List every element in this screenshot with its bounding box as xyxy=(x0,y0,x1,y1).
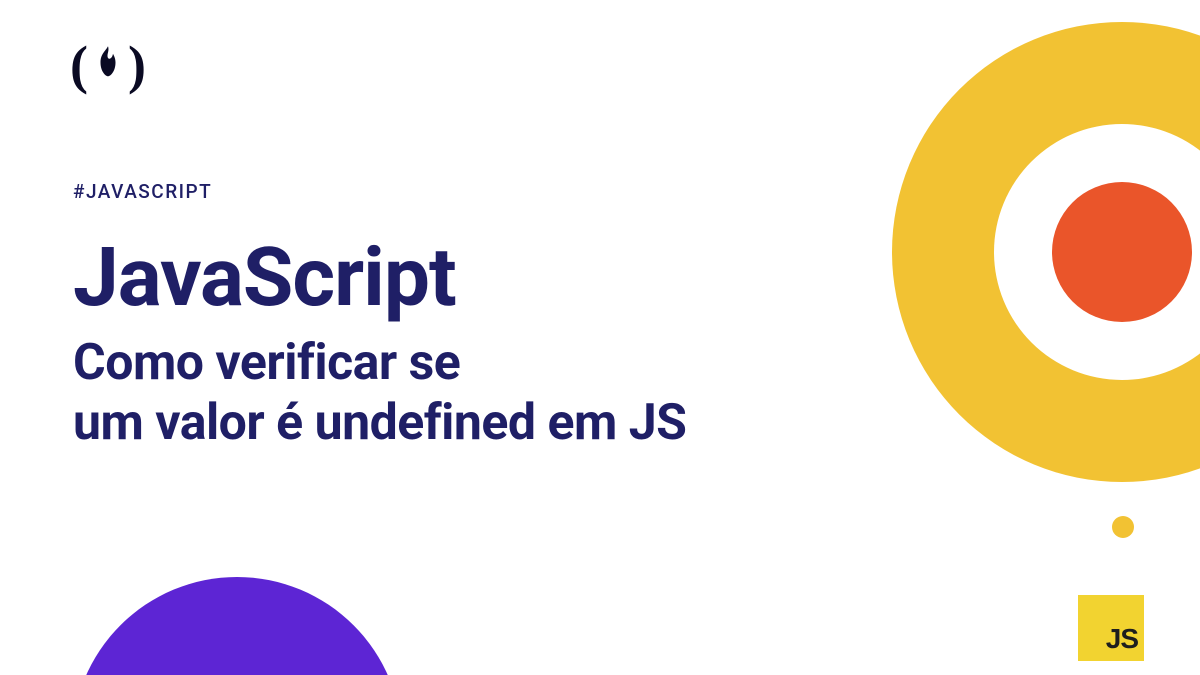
category-tag: #JAVASCRIPT xyxy=(73,180,686,203)
js-badge-text: JS xyxy=(1106,623,1138,655)
subtitle-line2: um valor é undefined em JS xyxy=(73,394,686,452)
hero-content: #JAVASCRIPT JavaScript Como verificar se… xyxy=(73,180,686,453)
decorative-ring-outer xyxy=(892,22,1200,482)
decorative-halfcircle xyxy=(72,577,402,675)
decorative-ring-mid xyxy=(994,124,1200,380)
decorative-dot xyxy=(1112,516,1134,538)
subtitle-line1: Como verificar se xyxy=(73,334,460,392)
logo-right-paren: ) xyxy=(128,38,146,92)
flame-icon xyxy=(88,46,128,84)
page-subtitle: Como verificar se um valor é undefined e… xyxy=(73,333,686,453)
logo-left-paren: ( xyxy=(70,38,88,92)
decorative-ring-inner xyxy=(1052,182,1192,322)
js-badge: JS xyxy=(1078,595,1144,661)
page-title: JavaScript xyxy=(73,237,686,319)
freecodecamp-logo: ( ) xyxy=(70,38,146,92)
